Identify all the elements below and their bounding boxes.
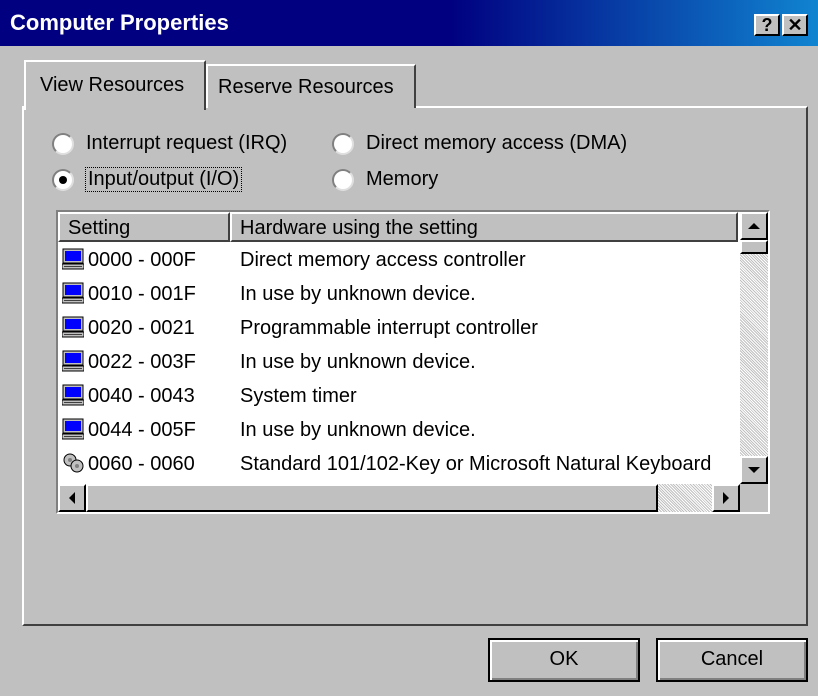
scroll-corner bbox=[740, 484, 768, 512]
radio-memory[interactable]: Memory bbox=[332, 168, 438, 191]
computer-icon bbox=[61, 418, 85, 440]
hardware-value: Standard 101/102-Key or Microsoft Natura… bbox=[240, 453, 712, 475]
scroll-thumb[interactable] bbox=[740, 240, 768, 254]
resource-list[interactable]: Setting Hardware using the setting 0000 … bbox=[56, 210, 770, 514]
vertical-scrollbar[interactable] bbox=[740, 212, 768, 484]
keyboard-icon bbox=[62, 452, 84, 474]
radio-irq[interactable]: Interrupt request (IRQ) bbox=[52, 132, 287, 155]
horizontal-scrollbar[interactable] bbox=[58, 484, 740, 512]
hardware-value: In use by unknown device. bbox=[240, 351, 476, 373]
ok-button[interactable]: OK bbox=[488, 638, 640, 682]
setting-value: 0040 - 0043 bbox=[88, 385, 195, 407]
setting-value: 0010 - 001F bbox=[88, 283, 196, 305]
radio-label-io: Input/output (I/O) bbox=[84, 167, 243, 192]
list-item[interactable]: 0022 - 003F In use by unknown device. bbox=[58, 346, 738, 380]
radio-circle bbox=[52, 132, 74, 155]
tab-label: Reserve Resources bbox=[218, 76, 394, 98]
computer-icon bbox=[61, 350, 85, 372]
radio-label-irq: Interrupt request (IRQ) bbox=[86, 132, 288, 154]
arrow-up-icon bbox=[748, 223, 760, 229]
scroll-track[interactable] bbox=[740, 254, 768, 456]
computer-icon bbox=[61, 248, 85, 270]
window-title: Computer Properties bbox=[10, 10, 229, 35]
hardware-value: Programmable interrupt controller bbox=[240, 317, 538, 339]
scroll-left-button[interactable] bbox=[58, 484, 86, 512]
radio-label-dma: Direct memory access (DMA) bbox=[366, 132, 628, 154]
radio-selected-dot bbox=[59, 175, 67, 184]
radio-dma[interactable]: Direct memory access (DMA) bbox=[332, 132, 627, 155]
setting-value: 0000 - 000F bbox=[88, 249, 196, 271]
setting-value: 0022 - 003F bbox=[88, 351, 196, 373]
list-item[interactable]: 0040 - 0043 System timer bbox=[58, 380, 738, 414]
hardware-value: In use by unknown device. bbox=[240, 283, 476, 305]
computer-icon bbox=[61, 384, 85, 406]
list-item[interactable]: 0044 - 005F In use by unknown device. bbox=[58, 414, 738, 448]
arrow-down-icon bbox=[748, 467, 760, 473]
list-item[interactable]: 0000 - 000F Direct memory access controll… bbox=[58, 244, 738, 278]
column-header-label: Hardware using the setting bbox=[240, 217, 478, 239]
horizontal-scroll-thumb[interactable] bbox=[86, 484, 658, 512]
scroll-down-button[interactable] bbox=[740, 456, 768, 484]
column-header-label: Setting bbox=[68, 217, 131, 239]
scroll-right-button[interactable] bbox=[712, 484, 740, 512]
close-button[interactable]: ✕ bbox=[782, 14, 808, 36]
cancel-button[interactable]: Cancel bbox=[656, 638, 808, 682]
tab-label: View Resources bbox=[40, 74, 185, 96]
radio-io[interactable]: Input/output (I/O) bbox=[52, 167, 243, 192]
arrow-left-icon bbox=[69, 492, 75, 504]
arrow-right-icon bbox=[723, 492, 729, 504]
computer-icon bbox=[61, 282, 85, 304]
list-item[interactable]: 0010 - 001F In use by unknown device. bbox=[58, 278, 738, 312]
help-button[interactable]: ? bbox=[754, 14, 780, 36]
horizontal-scroll-track[interactable] bbox=[658, 484, 712, 512]
radio-label-memory: Memory bbox=[366, 168, 439, 190]
list-item[interactable]: 0020 - 0021 Programmable interrupt contro… bbox=[58, 312, 738, 346]
column-header-hardware[interactable]: Hardware using the setting bbox=[230, 212, 738, 242]
radio-circle bbox=[332, 132, 354, 155]
computer-icon bbox=[61, 316, 85, 338]
scroll-up-button[interactable] bbox=[740, 212, 768, 240]
radio-circle bbox=[332, 168, 354, 191]
list-item[interactable]: 0060 - 0060 Standard 101/102-Key or Micro… bbox=[58, 448, 738, 482]
hardware-value: Direct memory access controller bbox=[240, 249, 526, 271]
setting-value: 0060 - 0060 bbox=[88, 453, 195, 475]
tab-reserve-resources[interactable]: Reserve Resources bbox=[206, 64, 416, 108]
setting-value: 0020 - 0021 bbox=[88, 317, 195, 339]
column-header-setting[interactable]: Setting bbox=[58, 212, 230, 242]
hardware-value: System timer bbox=[240, 385, 357, 407]
tab-view-resources[interactable]: View Resources bbox=[24, 60, 206, 110]
hardware-value: In use by unknown device. bbox=[240, 419, 476, 441]
title-bar[interactable]: Computer Properties ? ✕ bbox=[0, 0, 818, 46]
computer-properties-dialog: Computer Properties ? ✕ View Resources R… bbox=[0, 0, 818, 696]
radio-circle bbox=[52, 168, 74, 191]
setting-value: 0044 - 005F bbox=[88, 419, 196, 441]
